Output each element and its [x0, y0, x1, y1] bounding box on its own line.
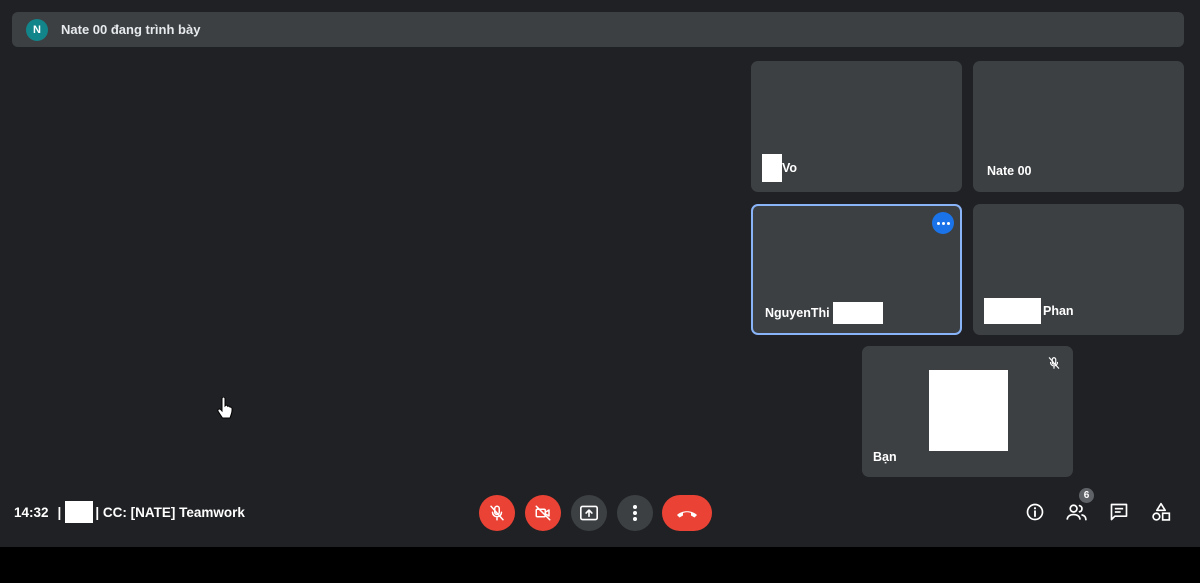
more-options-button[interactable]: [617, 495, 653, 531]
participant-name: NguyenThi: [765, 302, 883, 324]
taskbar-strip: [0, 547, 1200, 583]
chat-icon: [1110, 503, 1128, 521]
redacted-block: [762, 154, 782, 182]
leave-call-button[interactable]: [662, 495, 712, 531]
chat-button[interactable]: [1107, 500, 1131, 524]
participants-count-badge: 6: [1079, 488, 1094, 503]
participant-tile-vo[interactable]: Vo: [751, 61, 962, 192]
participant-name: Bạn: [873, 450, 897, 464]
participant-name: Vo: [762, 154, 797, 182]
hand-cursor-icon: [217, 396, 233, 419]
participant-name-label: Vo: [782, 161, 798, 175]
activities-shapes-icon: [1152, 502, 1171, 521]
participant-tile-nate[interactable]: Nate 00: [973, 61, 1184, 192]
more-options-icon[interactable]: [932, 212, 954, 234]
call-controls: [0, 495, 1200, 531]
camera-off-icon: [535, 505, 551, 521]
present-screen-icon: [580, 505, 598, 521]
activities-button[interactable]: [1149, 500, 1173, 524]
self-video-placeholder: [929, 370, 1008, 451]
info-icon: [1026, 503, 1044, 521]
redacted-block: [984, 298, 1041, 324]
redacted-block: [832, 302, 883, 324]
present-screen-button[interactable]: [571, 495, 607, 531]
hangup-icon: [677, 511, 697, 518]
mic-toggle-button[interactable]: [479, 495, 515, 531]
participant-name: Phan: [984, 298, 1074, 324]
presenting-text: Nate 00 đang trình bày: [61, 22, 201, 37]
participant-name-label: NguyenThi: [765, 306, 830, 320]
participants-button[interactable]: [1065, 500, 1089, 524]
more-options-icon: [633, 505, 637, 521]
participant-name-label: Phan: [1043, 304, 1074, 318]
presenting-banner: N Nate 00 đang trình bày: [12, 12, 1184, 47]
camera-toggle-button[interactable]: [525, 495, 561, 531]
mic-muted-icon: [1045, 354, 1063, 372]
participant-tile-self[interactable]: Bạn: [862, 346, 1073, 477]
presenter-avatar: N: [26, 18, 48, 41]
participant-tile-phan[interactable]: Phan: [973, 204, 1184, 335]
participant-name: Nate 00: [987, 164, 1032, 178]
people-icon: [1066, 504, 1087, 521]
participant-tile-nguyenthi[interactable]: NguyenThi: [751, 204, 962, 335]
meeting-details-button[interactable]: [1023, 500, 1047, 524]
mic-off-icon: [490, 505, 504, 521]
